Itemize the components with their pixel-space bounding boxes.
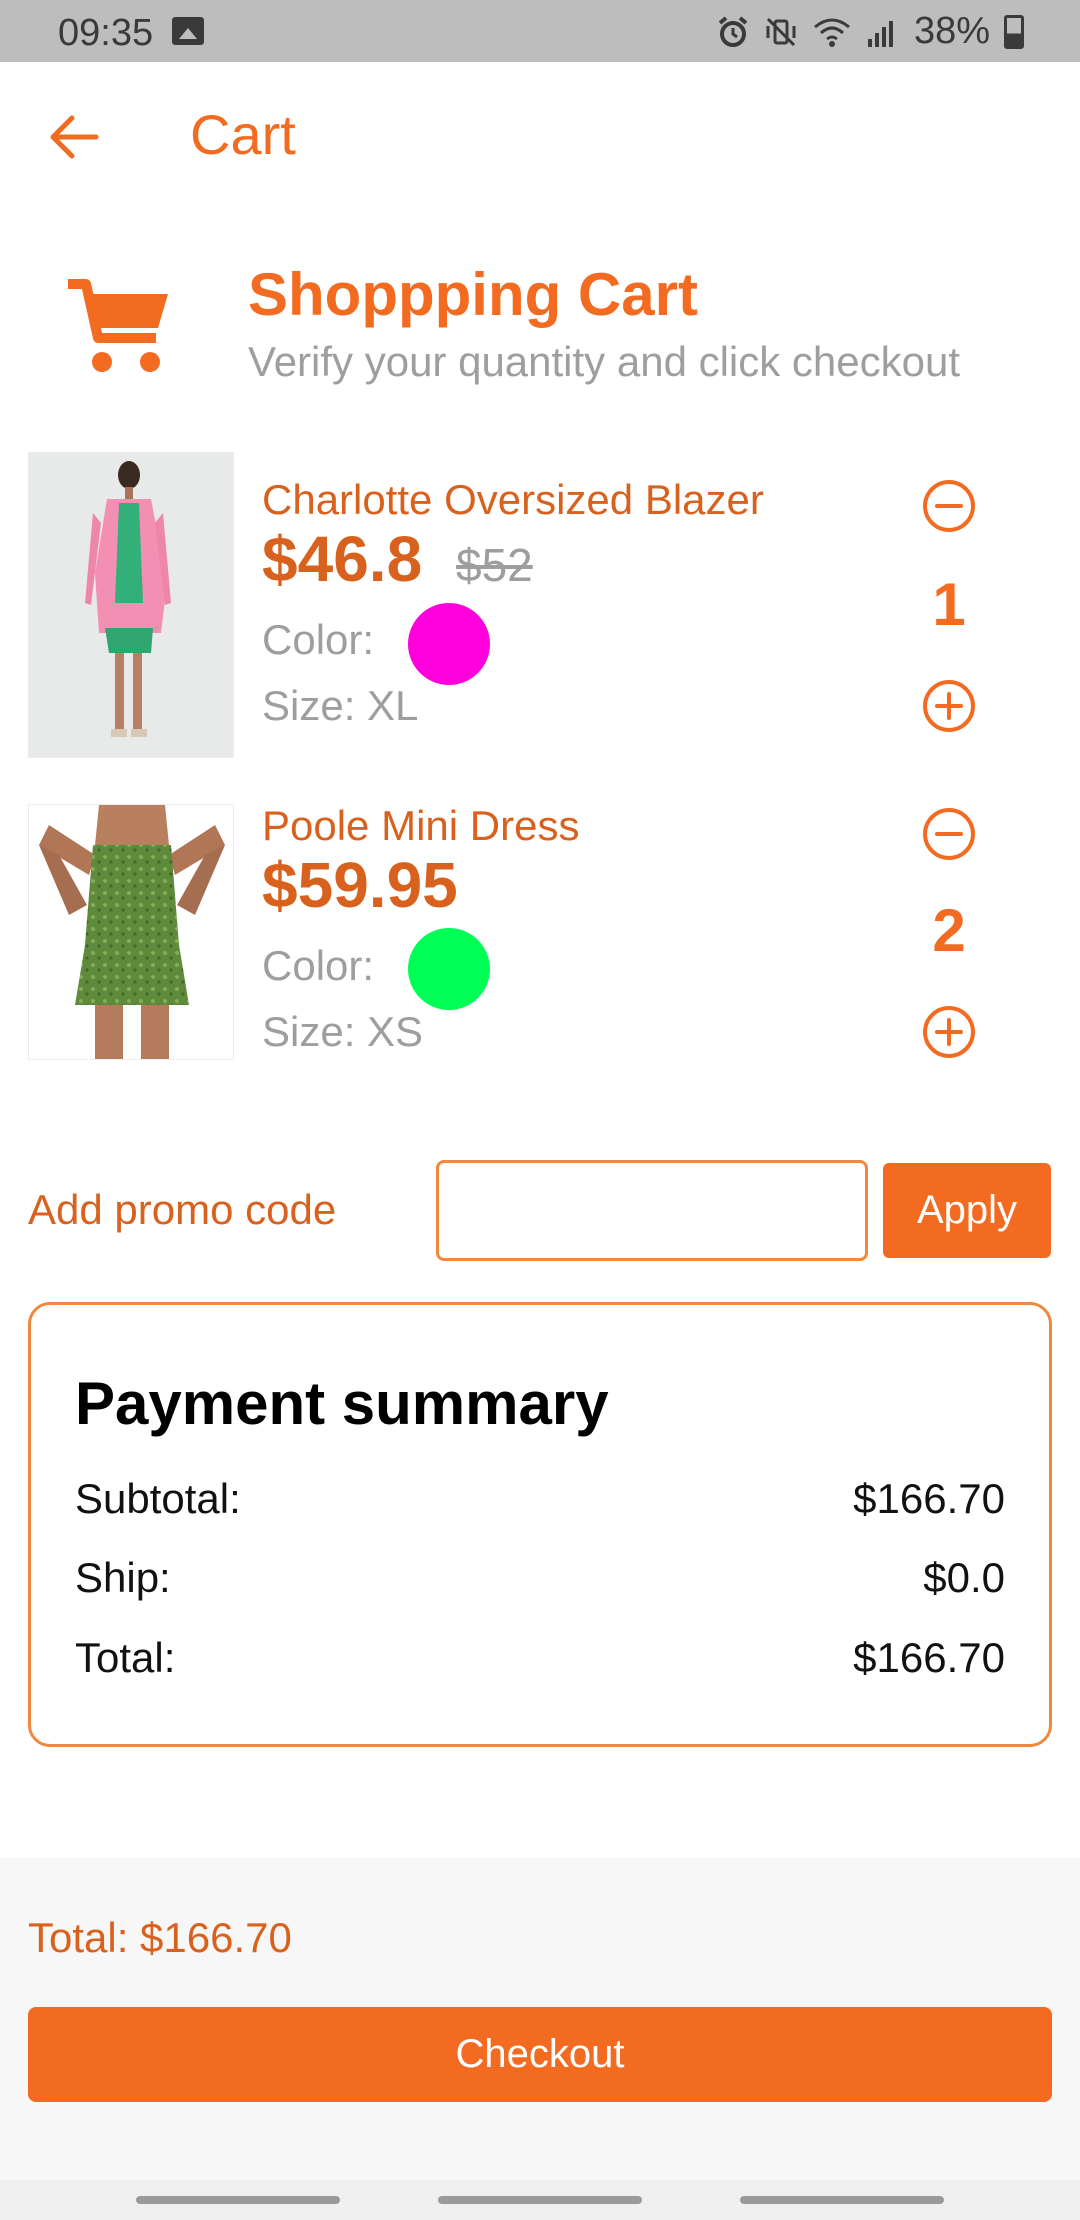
page-title: Cart [190, 103, 296, 166]
status-icons: 38% [716, 10, 1024, 53]
battery-percent: 38% [913, 10, 990, 52]
checkout-bar: Total: $166.70 Checkout [0, 1858, 1080, 2180]
home-button[interactable] [438, 2196, 642, 2204]
summary-title: Payment summary [75, 1370, 609, 1437]
summary-row-subtotal: Subtotal: $166.70 [75, 1475, 1005, 1535]
payment-summary-card: Payment summary Subtotal: $166.70 Ship: … [28, 1302, 1052, 1747]
status-bar: 09:35 38% [0, 0, 1080, 62]
cart-item: Charlotte Oversized Blazer $46.8 $52 Col… [0, 452, 1080, 758]
image-notification-icon [172, 17, 204, 45]
summary-value: $166.70 [853, 1475, 1005, 1522]
color-swatch [408, 603, 490, 685]
cart-subtitle: Verify your quantity and click checkout [248, 338, 961, 385]
vibrate-mute-icon [766, 17, 796, 46]
alarm-icon [718, 15, 748, 47]
cart-header: Shoppping Cart Verify your quantity and … [0, 250, 1080, 400]
cart-title: Shoppping Cart [248, 261, 698, 328]
size-label: Size: XL [262, 682, 419, 729]
increase-quantity-icon[interactable] [921, 1004, 977, 1060]
checkout-button[interactable]: Checkout [28, 2007, 1052, 2102]
color-label: Color: [262, 942, 375, 989]
back-arrow-icon[interactable] [46, 112, 102, 162]
cart-item: Poole Mini Dress $59.95 Color: Size: XS … [0, 802, 1080, 1060]
summary-label: Total: [75, 1634, 176, 1681]
color-swatch [408, 928, 490, 1010]
quantity-value: 1 [932, 571, 966, 638]
battery-icon [1004, 14, 1024, 49]
app-bar: Cart [0, 62, 1080, 212]
shopping-cart-icon [68, 279, 168, 372]
product-name[interactable]: Poole Mini Dress [262, 802, 579, 850]
product-price: $59.95 [262, 849, 458, 921]
summary-value: $166.70 [853, 1634, 1005, 1681]
wifi-icon [813, 18, 850, 47]
system-navigation-bar [0, 2180, 1080, 2220]
summary-label: Subtotal: [75, 1475, 241, 1522]
promo-code-label: Add promo code [28, 1186, 337, 1233]
summary-value: $0.0 [923, 1554, 1005, 1601]
quantity-value: 2 [932, 897, 966, 964]
back-button[interactable] [740, 2196, 944, 2204]
signal-icon [867, 20, 893, 47]
product-name[interactable]: Charlotte Oversized Blazer [262, 476, 764, 524]
product-original-price: $52 [456, 539, 533, 591]
footer-total: Total: $166.70 [28, 1914, 292, 1961]
summary-row-total: Total: $166.70 [75, 1634, 1005, 1694]
summary-row-ship: Ship: $0.0 [75, 1554, 1005, 1614]
promo-code-input[interactable] [436, 1160, 868, 1261]
size-label: Size: XS [262, 1008, 424, 1055]
status-time: 09:35 [58, 12, 154, 54]
decrease-quantity-icon[interactable] [921, 806, 977, 862]
increase-quantity-icon[interactable] [921, 678, 977, 734]
decrease-quantity-icon[interactable] [921, 478, 977, 534]
product-image[interactable] [28, 452, 234, 758]
recent-apps-button[interactable] [136, 2196, 340, 2204]
color-label: Color: [262, 616, 375, 663]
product-image[interactable] [28, 804, 234, 1060]
apply-promo-button[interactable]: Apply [883, 1163, 1051, 1258]
summary-label: Ship: [75, 1554, 171, 1601]
product-price: $46.8 [262, 523, 423, 595]
dress-model-image [29, 805, 233, 1059]
blazer-model-image [29, 453, 233, 757]
